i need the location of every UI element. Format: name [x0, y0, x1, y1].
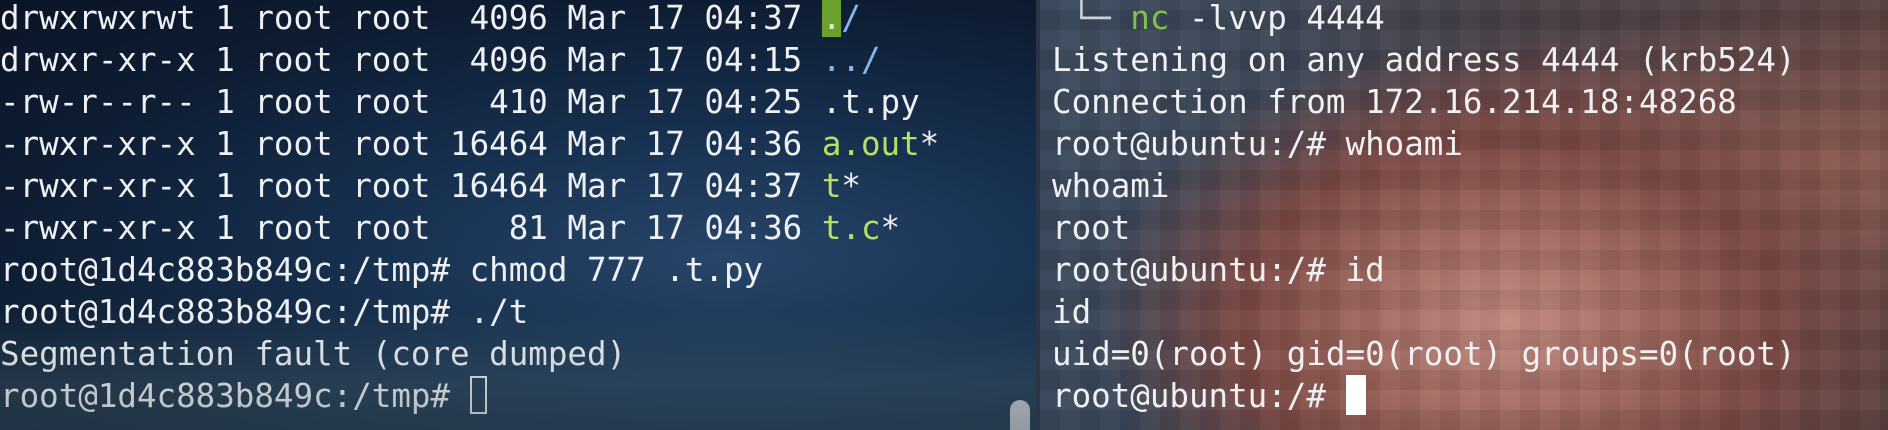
- listing-meta: -rwxr-xr-x 1 root root 16464 Mar 17 04:3…: [0, 167, 822, 205]
- listing-suffix: *: [880, 209, 901, 247]
- listing-row: -rw-r--r-- 1 root root 410 Mar 17 04:25 …: [0, 81, 939, 123]
- listing-row: drwxrwxrwt 1 root root 4096 Mar 17 04:37…: [0, 0, 939, 39]
- right-terminal-output: └─ nc -lvvp 4444 Listening on any addres…: [1052, 0, 1796, 420]
- command-output: id: [1052, 293, 1092, 331]
- active-command-line[interactable]: root@ubuntu:/#: [1052, 375, 1796, 417]
- command-line: root@ubuntu:/# whoami: [1052, 123, 1796, 165]
- output-line: root: [1052, 207, 1796, 249]
- right-terminal-pane[interactable]: └─ nc -lvvp 4444 Listening on any addres…: [1040, 0, 1888, 430]
- command-line: root@1d4c883b849c:/tmp# ./t: [0, 291, 939, 333]
- listener-command-line: └─ nc -lvvp 4444: [1052, 0, 1796, 39]
- active-command-line[interactable]: root@1d4c883b849c:/tmp#: [0, 375, 939, 417]
- listing-meta: -rwxr-xr-x 1 root root 81 Mar 17 04:36: [0, 209, 822, 247]
- output-line: Connection from 172.16.214.18:48268: [1052, 81, 1796, 123]
- shell-command-args: -lvvp 4444: [1169, 0, 1385, 37]
- listing-meta: -rwxr-xr-x 1 root root 16464 Mar 17 04:3…: [0, 125, 822, 163]
- shell-prompt: root@1d4c883b849c:/tmp#: [0, 293, 470, 331]
- listing-row: -rwxr-xr-x 1 root root 16464 Mar 17 04:3…: [0, 123, 939, 165]
- listing-row: drwxr-xr-x 1 root root 4096 Mar 17 04:15…: [0, 39, 939, 81]
- command-line: root@ubuntu:/# id: [1052, 249, 1796, 291]
- listing-row: -rwxr-xr-x 1 root root 81 Mar 17 04:36 t…: [0, 207, 939, 249]
- command-output: Connection from 172.16.214.18:48268: [1052, 83, 1737, 121]
- listing-meta: -rw-r--r-- 1 root root 410 Mar 17 04:25: [0, 83, 822, 121]
- shell-command: chmod 777 .t.py: [469, 251, 764, 289]
- command-output: whoami: [1052, 167, 1170, 205]
- shell-command: whoami: [1345, 125, 1463, 163]
- shell-prompt: root@ubuntu:/#: [1052, 377, 1346, 415]
- shell-prompt: root@ubuntu:/#: [1052, 125, 1346, 163]
- terminal-window: drwxrwxrwt 1 root root 4096 Mar 17 04:37…: [0, 0, 1888, 430]
- listing-suffix: /: [841, 0, 861, 37]
- shell-prompt: root@1d4c883b849c:/tmp#: [0, 251, 470, 289]
- command-output: root: [1052, 209, 1131, 247]
- left-terminal-output: drwxrwxrwt 1 root root 4096 Mar 17 04:37…: [0, 0, 939, 420]
- output-line: uid=0(root) gid=0(root) groups=0(root): [1052, 333, 1796, 375]
- shell-prompt: root@ubuntu:/#: [1052, 251, 1346, 289]
- command-output: uid=0(root) gid=0(root) groups=0(root): [1052, 335, 1796, 373]
- listing-row: -rwxr-xr-x 1 root root 16464 Mar 17 04:3…: [0, 165, 939, 207]
- listing-meta: drwxr-xr-x 1 root root 4096 Mar 17 04:15: [0, 41, 822, 79]
- listing-name-current-dir: .: [821, 0, 842, 37]
- listing-name-executable: t: [821, 167, 842, 205]
- shell-command-name: nc: [1130, 0, 1170, 37]
- listing-name-executable: a.out: [821, 125, 920, 163]
- shell-prompt: root@1d4c883b849c:/tmp#: [0, 377, 470, 415]
- listing-name-parent-dir: ../: [821, 41, 881, 79]
- listing-name-executable: t.c: [821, 209, 881, 247]
- output-line: whoami: [1052, 165, 1796, 207]
- listing-name-file: .t.py: [821, 83, 920, 121]
- text-cursor-active[interactable]: [1345, 375, 1366, 415]
- listing-suffix: *: [841, 167, 861, 205]
- pane-resize-handle[interactable]: [1010, 400, 1030, 430]
- command-line: root@1d4c883b849c:/tmp# chmod 777 .t.py: [0, 249, 939, 291]
- listing-suffix: *: [919, 125, 940, 163]
- left-terminal-pane[interactable]: drwxrwxrwt 1 root root 4096 Mar 17 04:37…: [0, 0, 1036, 430]
- prompt-tree-prefix: └─: [1052, 0, 1131, 37]
- output-line: Segmentation fault (core dumped): [0, 333, 939, 375]
- shell-command: id: [1345, 251, 1385, 289]
- listing-meta: drwxrwxrwt 1 root root 4096 Mar 17 04:37: [0, 0, 822, 37]
- output-line: Listening on any address 4444 (krb524): [1052, 39, 1796, 81]
- command-output: Segmentation fault (core dumped): [0, 335, 627, 373]
- output-line: id: [1052, 291, 1796, 333]
- command-output: Listening on any address 4444 (krb524): [1052, 41, 1796, 79]
- text-cursor-inactive[interactable]: [469, 376, 487, 414]
- shell-command: ./t: [469, 293, 529, 331]
